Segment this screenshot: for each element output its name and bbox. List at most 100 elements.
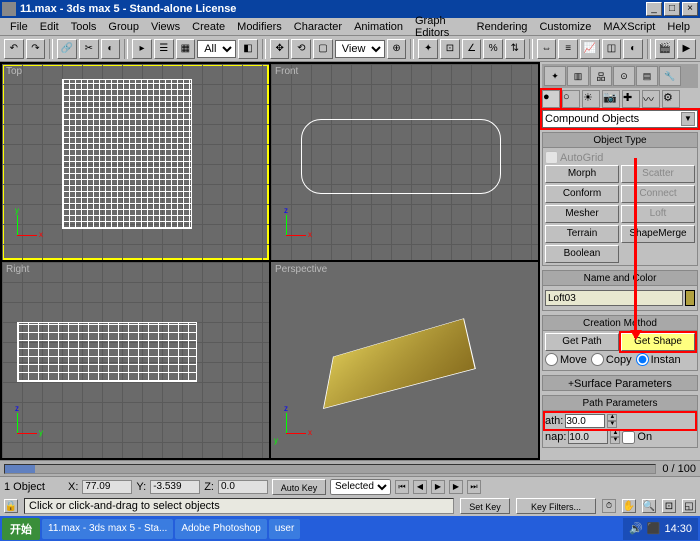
prev-frame-button[interactable]: ◀ bbox=[413, 480, 427, 494]
goto-start-button[interactable]: ⏮ bbox=[395, 480, 409, 494]
time-slider-marker[interactable] bbox=[5, 465, 35, 473]
snap-toggle-button[interactable]: ⊡ bbox=[440, 39, 460, 59]
loft-button[interactable]: Loft bbox=[621, 205, 695, 223]
angle-snap-button[interactable]: ∠ bbox=[462, 39, 482, 59]
move-radio[interactable] bbox=[545, 353, 558, 366]
schematic-view-button[interactable]: ◫ bbox=[602, 39, 622, 59]
shapes-icon[interactable]: ○ bbox=[562, 90, 580, 108]
system-tray[interactable]: 🔊 ⬛ 14:30 bbox=[623, 518, 698, 540]
viewport-front[interactable]: Front xz bbox=[271, 64, 538, 260]
key-mode-dropdown[interactable]: Selected bbox=[330, 479, 391, 495]
spinner-snap-button[interactable]: ⇅ bbox=[505, 39, 525, 59]
snap-spinner[interactable]: ▲▼ bbox=[610, 430, 620, 444]
name-color-rollout-title[interactable]: Name and Color bbox=[542, 270, 698, 286]
curve-editor-button[interactable]: 📈 bbox=[580, 39, 600, 59]
menu-help[interactable]: Help bbox=[661, 21, 696, 33]
taskbar-item[interactable]: user bbox=[269, 519, 300, 539]
rotate-button[interactable]: ⟲ bbox=[291, 39, 311, 59]
maximize-viewport-icon[interactable]: ◱ bbox=[682, 499, 696, 513]
menu-tools[interactable]: Tools bbox=[65, 21, 103, 33]
utilities-tab-icon[interactable]: 🔧 bbox=[659, 66, 681, 86]
auto-key-button[interactable]: Auto Key bbox=[272, 479, 326, 495]
unlink-button[interactable]: ✂ bbox=[79, 39, 99, 59]
move-button[interactable]: ✥ bbox=[270, 39, 290, 59]
shapemerge-button[interactable]: ShapeMerge bbox=[621, 225, 695, 243]
viewport-right[interactable]: Right yz bbox=[2, 262, 269, 458]
pan-view-icon[interactable]: ✋ bbox=[622, 499, 636, 513]
menu-group[interactable]: Group bbox=[102, 21, 145, 33]
time-config-button[interactable]: ⏱ bbox=[602, 499, 616, 513]
create-tab-icon[interactable]: ✦ bbox=[544, 66, 566, 86]
instance-radio[interactable] bbox=[636, 353, 649, 366]
maximize-button[interactable]: □ bbox=[664, 2, 680, 16]
menu-animation[interactable]: Animation bbox=[348, 21, 409, 33]
taskbar-item[interactable]: Adobe Photoshop bbox=[175, 519, 267, 539]
geometry-icon[interactable]: ● bbox=[542, 90, 560, 108]
modify-tab-icon[interactable]: ▥ bbox=[567, 66, 589, 86]
play-button[interactable]: ▶ bbox=[431, 480, 445, 494]
zoom-icon[interactable]: 🔍 bbox=[642, 499, 656, 513]
hierarchy-tab-icon[interactable]: 品 bbox=[590, 66, 612, 86]
helpers-icon[interactable]: ✚ bbox=[622, 90, 640, 108]
viewport-top[interactable]: Top xy bbox=[2, 64, 269, 260]
align-button[interactable]: ≡ bbox=[558, 39, 578, 59]
path-value-input[interactable] bbox=[565, 414, 605, 428]
spacewarps-icon[interactable]: 〰 bbox=[642, 90, 660, 108]
zoom-extents-icon[interactable]: ⊡ bbox=[662, 499, 676, 513]
menu-rendering[interactable]: Rendering bbox=[471, 21, 534, 33]
object-type-rollout-title[interactable]: Object Type bbox=[542, 132, 698, 148]
x-coord-input[interactable] bbox=[82, 480, 132, 494]
motion-tab-icon[interactable]: ⊙ bbox=[613, 66, 635, 86]
close-button[interactable]: × bbox=[682, 2, 698, 16]
ref-coord-dropdown[interactable]: View bbox=[335, 40, 385, 58]
snap-value-input[interactable] bbox=[568, 430, 608, 444]
link-button[interactable]: 🔗 bbox=[57, 39, 77, 59]
z-coord-input[interactable] bbox=[218, 480, 268, 494]
start-button[interactable]: 开始 bbox=[2, 518, 40, 540]
taskbar-item[interactable]: 11.max - 3ds max 5 - Sta... bbox=[42, 519, 173, 539]
next-frame-button[interactable]: ▶ bbox=[449, 480, 463, 494]
scatter-button[interactable]: Scatter bbox=[621, 165, 695, 183]
display-tab-icon[interactable]: ▤ bbox=[636, 66, 658, 86]
lights-icon[interactable]: ☀ bbox=[582, 90, 600, 108]
lock-selection-icon[interactable]: 🔒 bbox=[4, 499, 18, 513]
connect-button[interactable]: Connect bbox=[621, 185, 695, 203]
bind-spacewarps-button[interactable]: ◐ bbox=[101, 39, 121, 59]
select-button[interactable]: ▸ bbox=[132, 39, 152, 59]
quick-render-button[interactable]: ▶ bbox=[677, 39, 697, 59]
manipulate-button[interactable]: ✦ bbox=[418, 39, 438, 59]
key-filters-button[interactable]: Key Filters... bbox=[516, 498, 596, 514]
menu-graph-editors[interactable]: Graph Editors bbox=[409, 15, 471, 39]
object-name-input[interactable] bbox=[545, 290, 683, 306]
tray-icon[interactable]: ⬛ bbox=[647, 522, 661, 535]
surface-params-rollout-title[interactable]: +Surface Parameters bbox=[542, 375, 698, 391]
path-spinner[interactable]: ▲▼ bbox=[607, 414, 617, 428]
selection-filter-dropdown[interactable]: All bbox=[197, 40, 236, 58]
menu-maxscript[interactable]: MAXScript bbox=[597, 21, 661, 33]
minimize-button[interactable]: _ bbox=[646, 2, 662, 16]
systems-icon[interactable]: ⚙ bbox=[662, 90, 680, 108]
menu-views[interactable]: Views bbox=[145, 21, 186, 33]
pivot-center-button[interactable]: ⊕ bbox=[387, 39, 407, 59]
category-dropdown[interactable]: Compound Objects ▼ bbox=[542, 110, 698, 128]
undo-button[interactable]: ↶ bbox=[4, 39, 24, 59]
redo-button[interactable]: ↷ bbox=[26, 39, 46, 59]
crossing-selection-button[interactable]: ◧ bbox=[238, 39, 258, 59]
conform-button[interactable]: Conform bbox=[545, 185, 619, 203]
path-params-rollout-title[interactable]: Path Parameters bbox=[542, 395, 698, 411]
menu-file[interactable]: File bbox=[4, 21, 34, 33]
menu-edit[interactable]: Edit bbox=[34, 21, 65, 33]
percent-snap-button[interactable]: % bbox=[483, 39, 503, 59]
tray-icon[interactable]: 🔊 bbox=[629, 522, 643, 535]
get-path-button[interactable]: Get Path bbox=[545, 333, 619, 351]
time-slider[interactable]: 0 / 100 bbox=[0, 460, 700, 476]
selection-region-button[interactable]: ▦ bbox=[176, 39, 196, 59]
cameras-icon[interactable]: 📷 bbox=[602, 90, 620, 108]
menu-character[interactable]: Character bbox=[288, 21, 348, 33]
copy-radio[interactable] bbox=[591, 353, 604, 366]
creation-method-rollout-title[interactable]: Creation Method bbox=[542, 315, 698, 331]
terrain-button[interactable]: Terrain bbox=[545, 225, 619, 243]
menu-create[interactable]: Create bbox=[186, 21, 231, 33]
goto-end-button[interactable]: ⏭ bbox=[467, 480, 481, 494]
select-by-name-button[interactable]: ☰ bbox=[154, 39, 174, 59]
